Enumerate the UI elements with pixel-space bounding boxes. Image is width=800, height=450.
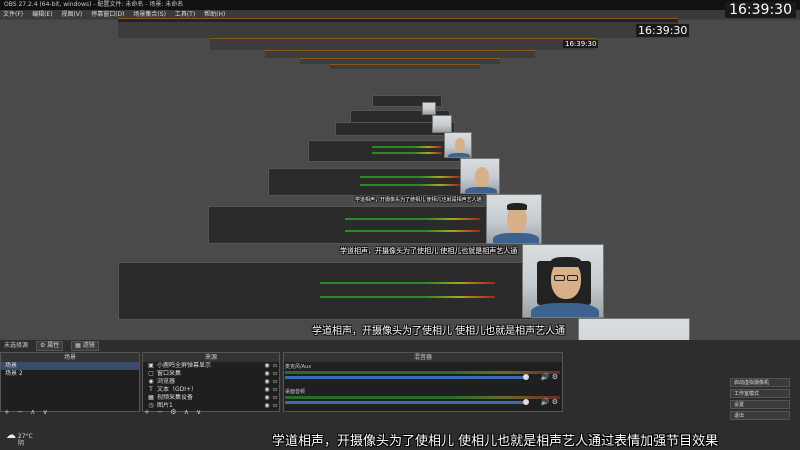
mixer-controls: 🔊 ⚙ [541,398,558,406]
speaker-icon[interactable]: 🔊 [541,373,550,381]
eye-icon[interactable]: ◉ [263,370,271,378]
menu-tools[interactable]: 工具(T) [175,11,195,18]
move-down-icon[interactable]: ∨ [43,408,48,416]
settings-button[interactable]: 设置 [730,400,790,409]
preview-dock-g [118,262,533,320]
preview-dock-f [208,206,528,244]
eye-icon[interactable]: ◉ [263,394,271,402]
eye-icon[interactable]: ◉ [263,378,271,386]
start-virtual-camera-button[interactable]: 启动虚拟摄像机 [730,378,790,387]
studio-mode-button[interactable]: 工作室模式 [730,389,790,398]
preview-layer-5 [330,64,480,69]
preview-clock-1: 16:39:30 [636,24,690,37]
move-up-icon[interactable]: ∧ [30,408,35,416]
eye-icon[interactable]: ◉ [263,362,271,370]
source-item[interactable]: T 文本（GDI+） ◉ ▫ [143,386,279,394]
add-icon[interactable]: + [4,408,10,416]
preview-layer-2 [210,38,595,50]
scene-item[interactable]: 场景 2 [1,370,139,378]
source-item[interactable]: ▢ 窗口采集 ◉ ▫ [143,370,279,378]
filters-button[interactable]: ▦ 滤镜 [71,341,99,351]
subtitle-main: 学道相声，开摄像头为了使相儿 使相儿也就是相声艺人通过表情加强节目效果 [272,434,719,449]
scenes-toolbar: + − ∧ ∨ [4,408,53,418]
camera-feed-4 [460,158,500,194]
camera-feed-6 [432,115,452,133]
remove-icon[interactable]: − [157,408,163,416]
gear-icon[interactable]: ⚙ [552,373,558,381]
source-item[interactable]: ◉ 浏览器 ◉ ▫ [143,378,279,386]
sources-toolbar: + − ⚙ ∧ ∨ [144,408,206,418]
gear-icon[interactable]: ⚙ [552,398,558,406]
remove-icon[interactable]: − [17,408,23,416]
preview-clock-2: 16:39:30 [563,40,599,48]
speaker-icon[interactable]: 🔊 [541,398,550,406]
move-up-icon[interactable]: ∧ [184,408,189,416]
lock-icon[interactable]: ▫ [271,378,279,386]
preview-layer-3 [265,50,535,58]
source-toolbar: 未选择源 ⚙ 属性 ▦ 滤镜 [0,340,280,351]
weather-cond: 阴 [18,440,25,447]
mixer-title: 混音器 [284,353,562,362]
add-icon[interactable]: + [144,408,150,416]
clock-overlay: 16:39:30 [725,2,796,18]
menu-file[interactable]: 文件(F) [3,11,23,18]
menu-view[interactable]: 视图(V) [61,11,82,18]
mixer-track-mic: 麦克风/Aux 🔊 ⚙ [285,364,560,381]
sources-title: 来源 [143,353,279,362]
weather-widget: ☁ 27°C 阴 [6,430,33,448]
scene-item[interactable]: 场景 [1,362,139,370]
window-capture-icon: ▢ [148,370,154,377]
weather-temp: 27°C [17,433,33,440]
scenes-title: 场景 [1,353,139,362]
display-capture-icon: ▣ [148,362,154,369]
video-capture-icon: ▦ [148,394,154,401]
menu-scene-collection[interactable]: 场景集合(S) [133,11,166,18]
subtitle-preview-2: 学道相声，开摄像头为了使相儿 使相儿也就是相声艺人通 [340,247,518,255]
source-item[interactable]: ▣ 小鹿鸣全屏弹幕显示 ◉ ▫ [143,362,279,370]
eye-icon[interactable]: ◉ [263,386,271,394]
eye-icon[interactable]: ◉ [263,402,271,410]
exit-button[interactable]: 退出 [730,411,790,420]
source-item[interactable]: ▦ 视频采集设备 ◉ ▫ [143,394,279,402]
lock-icon[interactable]: ▫ [271,370,279,378]
menu-help[interactable]: 帮助(H) [204,11,225,18]
lock-icon[interactable]: ▫ [271,362,279,370]
gear-icon[interactable]: ⚙ [170,408,176,416]
subtitle-preview-3: 学道相声，开摄像头为了使相儿 使相儿也就是相声艺人通 [355,197,482,203]
move-down-icon[interactable]: ∨ [196,408,201,416]
text-icon: T [149,386,153,393]
lock-icon[interactable]: ▫ [271,402,279,410]
preview-layer-1 [118,18,678,38]
browser-icon: ◉ [148,378,154,385]
volume-meter [285,371,560,374]
menu-docks[interactable]: 停靠窗口(D) [91,11,124,18]
subtitle-preview-1: 学道相声，开摄像头为了使相儿 使相儿也就是相声艺人通 [312,326,566,337]
lock-icon[interactable]: ▫ [271,386,279,394]
camera-feed-3 [486,194,542,244]
window-title: OBS 27.2.4 (64-bit, windows) - 配置文件: 未命名… [0,0,800,10]
volume-slider[interactable] [285,399,529,405]
scenes-panel: 场景 场景 场景 2 [0,352,140,412]
volume-meter [285,396,560,399]
lock-icon[interactable]: ▫ [271,394,279,402]
no-source-label: 未选择源 [4,342,29,349]
camera-feed-5 [444,132,472,158]
sources-panel: 来源 ▣ 小鹿鸣全屏弹幕显示 ◉ ▫ ▢ 窗口采集 ◉ ▫ ◉ 浏览器 ◉ ▫ T 文… [142,352,280,412]
volume-slider[interactable] [285,374,529,380]
cloud-icon: ☁ [6,430,16,441]
mixer-controls: 🔊 ⚙ [541,373,558,381]
camera-feed-2 [522,244,604,318]
properties-button[interactable]: ⚙ 属性 [35,341,64,351]
camera-feed-7 [422,102,436,115]
mixer-track-desktop: 桌面音频 🔊 ⚙ [285,389,560,406]
menu-edit[interactable]: 编辑(E) [32,11,52,18]
